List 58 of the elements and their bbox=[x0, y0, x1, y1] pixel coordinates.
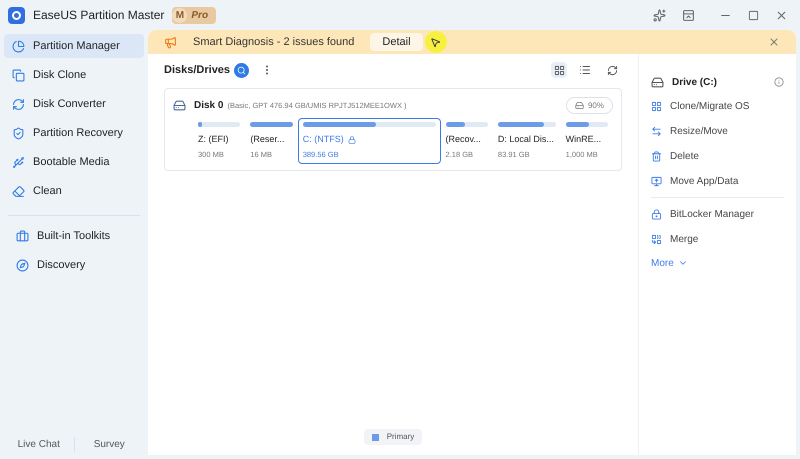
lock-icon bbox=[651, 209, 662, 220]
sidebar-item[interactable]: Built-in Toolkits bbox=[8, 224, 140, 248]
live-chat-link[interactable]: Live Chat bbox=[4, 436, 74, 452]
usb-icon bbox=[12, 156, 25, 168]
cursor-highlight-icon bbox=[424, 31, 447, 53]
action-item[interactable]: Merge bbox=[651, 227, 784, 252]
maximize-icon[interactable] bbox=[748, 10, 759, 20]
shield-icon bbox=[12, 126, 25, 140]
action-item[interactable]: BitLocker Manager bbox=[651, 202, 784, 227]
drive-title: Drive (C:) bbox=[672, 76, 718, 90]
grid-icon bbox=[651, 101, 662, 112]
sidebar-item[interactable]: Partition Recovery bbox=[4, 121, 144, 145]
sidebar-item[interactable]: Partition Manager bbox=[4, 34, 144, 58]
convert-icon bbox=[12, 98, 25, 110]
action-item[interactable]: Resize/Move bbox=[651, 119, 784, 144]
megaphone-icon bbox=[164, 36, 177, 48]
compass-icon bbox=[16, 258, 29, 272]
pro-badge: M Pro bbox=[172, 6, 216, 24]
close-icon[interactable] bbox=[768, 36, 780, 48]
partition-name: (Recov... bbox=[446, 133, 481, 146]
merge-icon bbox=[651, 234, 662, 245]
app-logo-icon bbox=[8, 6, 25, 24]
app-title: EaseUS Partition Master bbox=[33, 7, 164, 24]
briefcase-icon bbox=[16, 230, 29, 242]
partition-name: (Reser... bbox=[250, 133, 284, 146]
sidebar-item[interactable]: Disk Clone bbox=[4, 63, 144, 87]
drive-icon bbox=[651, 76, 664, 88]
info-icon[interactable] bbox=[774, 77, 784, 87]
sparkle-icon[interactable] bbox=[653, 8, 666, 22]
partition-name: Z: (EFI) bbox=[198, 133, 228, 146]
eraser-icon bbox=[12, 184, 25, 198]
banner-text: Smart Diagnosis - 2 issues found bbox=[193, 34, 354, 50]
monitor-icon bbox=[651, 176, 662, 187]
detail-button[interactable]: Detail bbox=[370, 33, 423, 51]
sidebar-item[interactable]: Bootable Media bbox=[4, 150, 144, 174]
dropdown-icon[interactable] bbox=[682, 8, 695, 22]
action-item[interactable]: Clone/Migrate OS bbox=[651, 94, 784, 119]
partition-name: C: (NTFS) bbox=[302, 133, 344, 146]
action-item[interactable]: Move App/Data bbox=[651, 169, 784, 194]
sidebar-item[interactable]: Discovery bbox=[8, 253, 140, 277]
more-link[interactable]: More bbox=[651, 256, 674, 270]
partition-name: WinRE... bbox=[566, 133, 602, 146]
usage-badge: 90% bbox=[566, 97, 613, 114]
section-title: Disks/Drives bbox=[164, 62, 230, 78]
sidebar-item[interactable]: Clean bbox=[4, 179, 144, 203]
legend-item: Primary bbox=[364, 429, 422, 445]
disk-name: Disk 0 bbox=[194, 99, 224, 113]
partition-name: D: Local Dis... bbox=[498, 133, 554, 146]
action-item[interactable]: Delete bbox=[651, 144, 784, 169]
survey-link[interactable]: Survey bbox=[74, 436, 144, 452]
grid-view-button[interactable] bbox=[551, 62, 567, 78]
pie-chart-icon bbox=[12, 40, 25, 52]
sidebar-item[interactable]: Disk Converter bbox=[4, 92, 144, 116]
copy-icon bbox=[12, 68, 25, 82]
trash-icon bbox=[651, 151, 662, 162]
refresh-icon[interactable] bbox=[607, 64, 618, 76]
arrows-icon bbox=[651, 126, 662, 137]
close-icon[interactable] bbox=[775, 8, 788, 22]
